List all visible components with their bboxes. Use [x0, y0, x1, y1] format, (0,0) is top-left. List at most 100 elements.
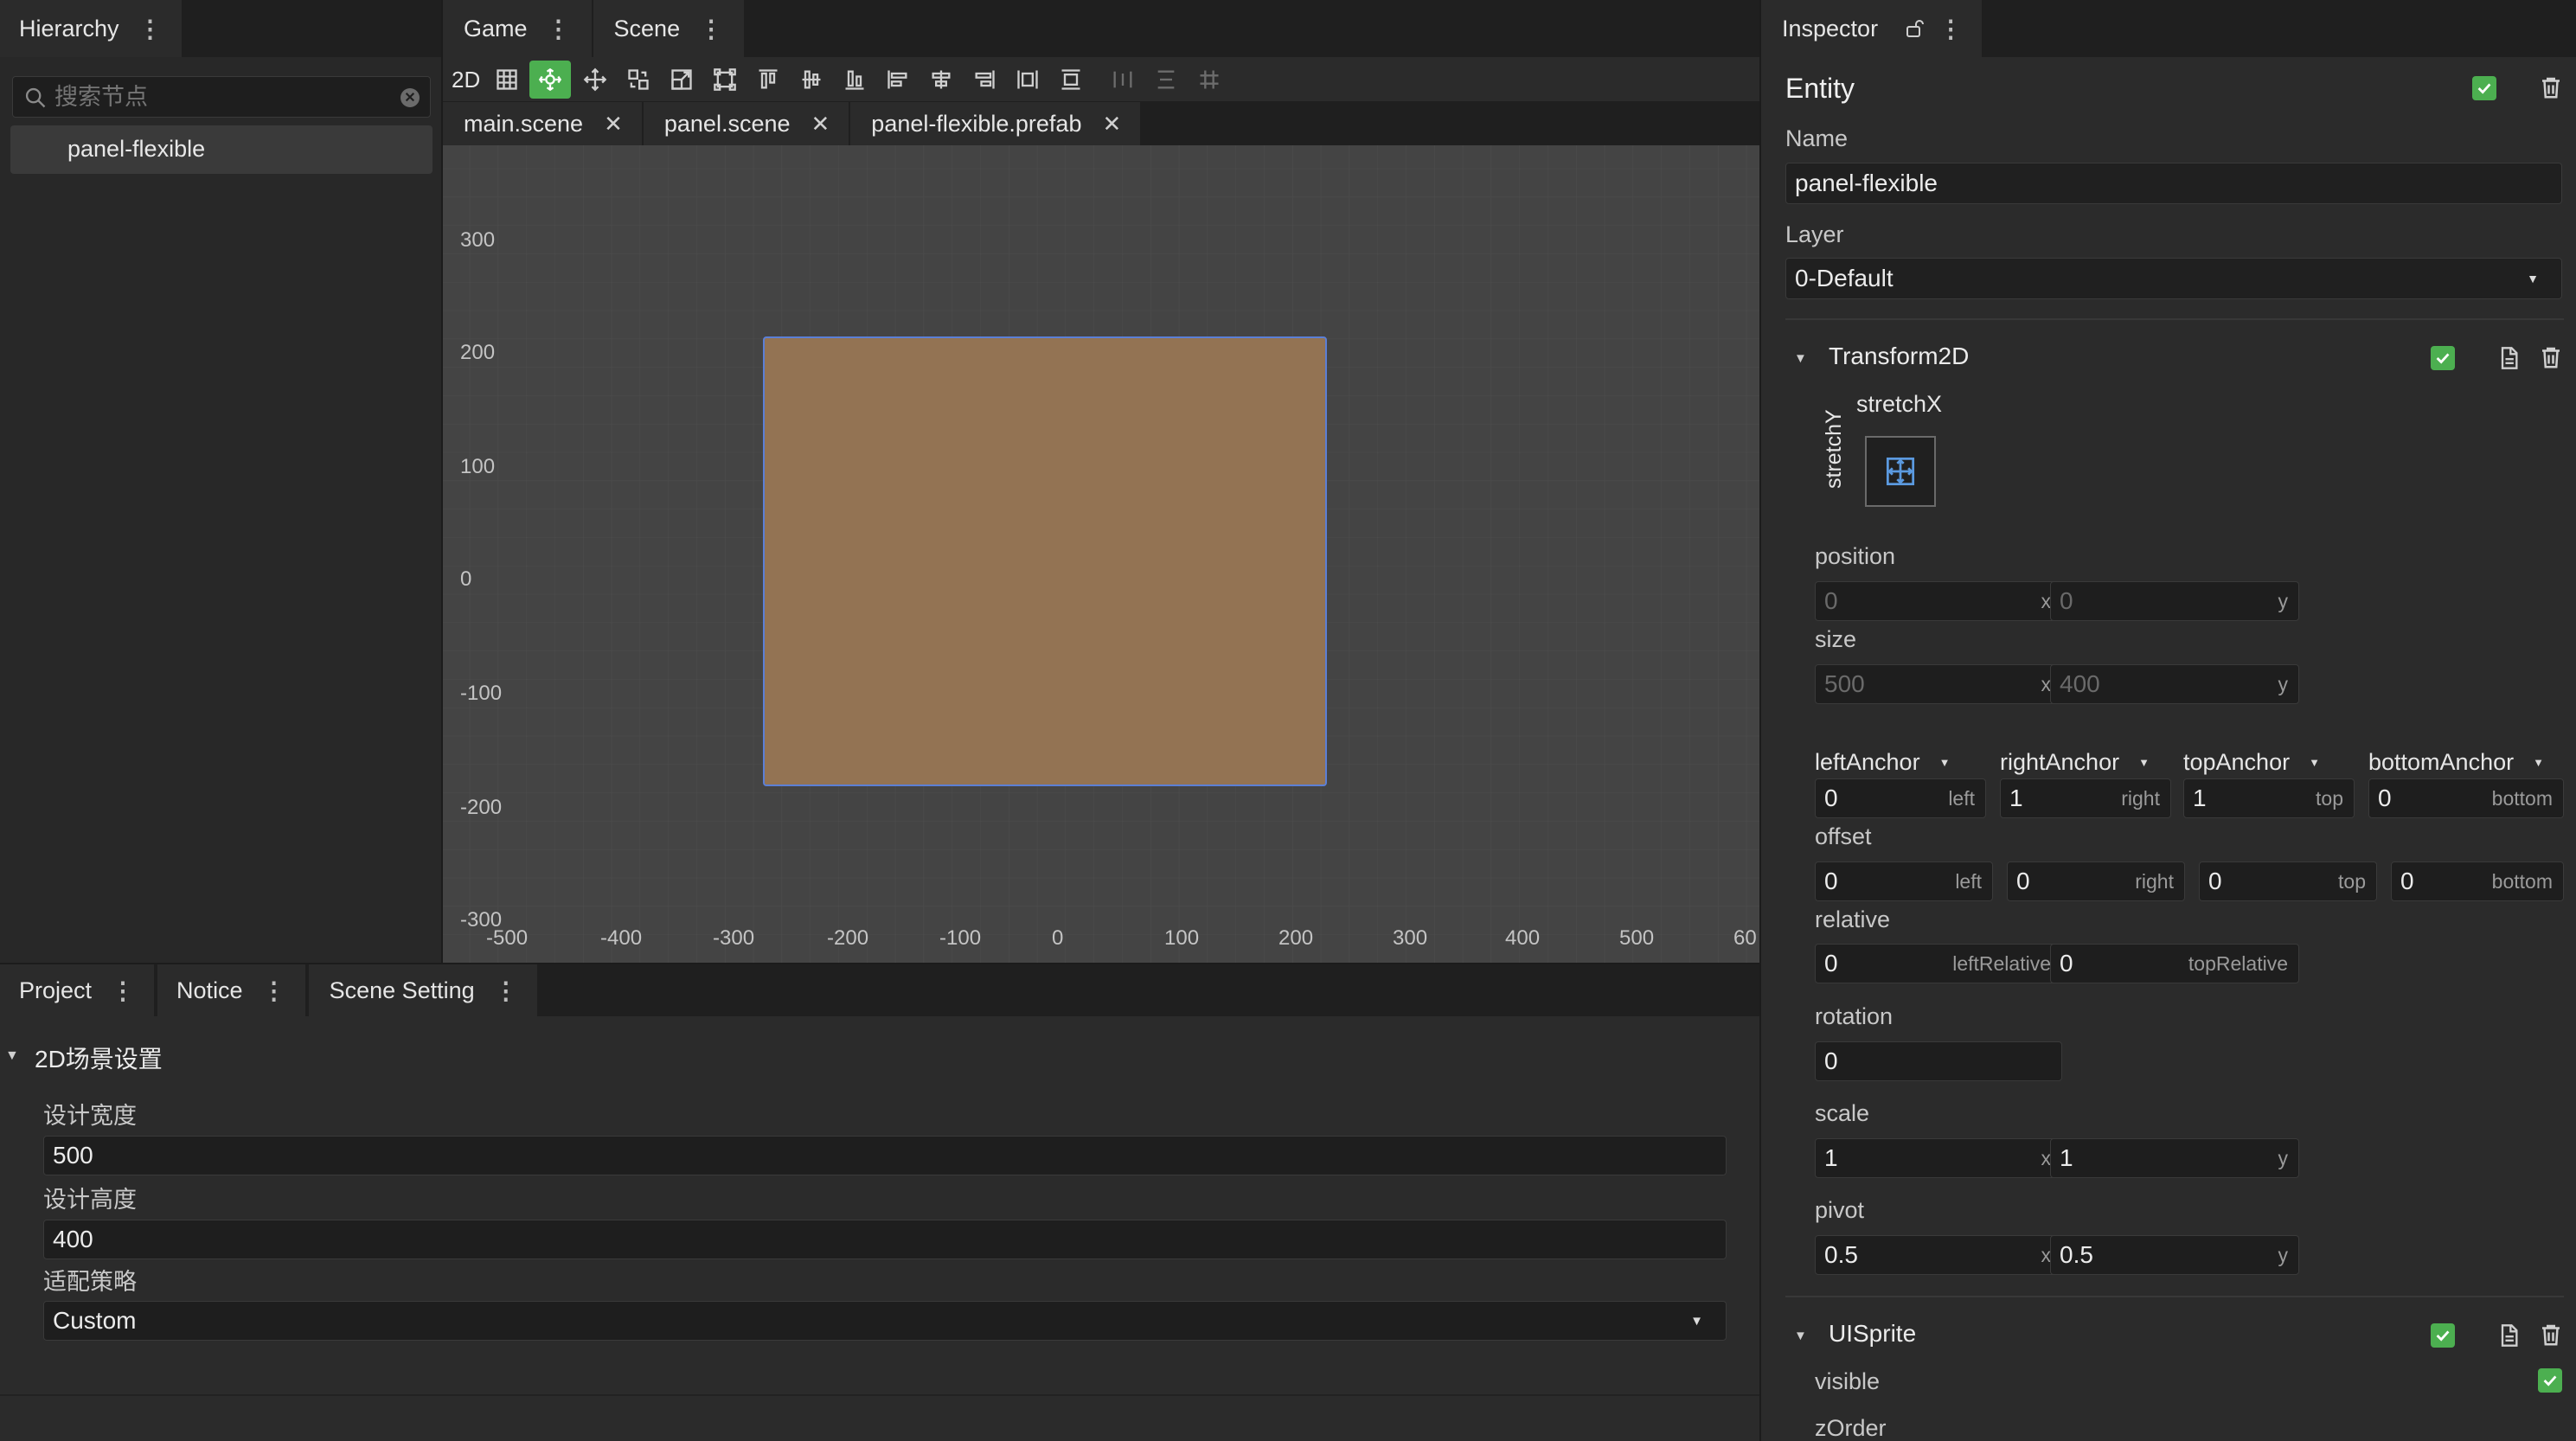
- bottom-anchor-input[interactable]: 0 bottom: [2368, 778, 2564, 818]
- separator[interactable]: [0, 963, 1759, 964]
- bottom-tabbar: Project ⋮ Notice ⋮ Scene Setting ⋮: [0, 964, 1759, 1016]
- uisprite-enabled-checkbox[interactable]: [2431, 1323, 2455, 1348]
- size-x-input[interactable]: 500 x: [1815, 664, 2062, 704]
- scene-viewport[interactable]: [443, 145, 1759, 964]
- inspector-menu-icon[interactable]: ⋮: [1938, 15, 1963, 43]
- close-icon[interactable]: ✕: [604, 111, 623, 138]
- name-value: panel-flexible: [1795, 170, 1938, 196]
- tab-notice-label: Notice: [176, 977, 243, 1003]
- offset-left-input[interactable]: 0 left: [1815, 861, 1993, 901]
- bottom-suffix: bottom: [2491, 869, 2553, 893]
- align-vcenter-icon[interactable]: [794, 62, 829, 97]
- close-icon[interactable]: ✕: [811, 111, 830, 138]
- offset-bottom-input[interactable]: 0 bottom: [2391, 861, 2564, 901]
- scale-y-input[interactable]: 1y: [2050, 1138, 2299, 1178]
- scale-x-input[interactable]: 1x: [1815, 1138, 2062, 1178]
- trash-icon[interactable]: [2538, 1322, 2564, 1348]
- collapse-arrow-icon[interactable]: ▼: [1794, 351, 1807, 366]
- tab-project[interactable]: Project ⋮: [0, 964, 155, 1016]
- transform-enabled-checkbox[interactable]: [2431, 346, 2455, 370]
- left-anchor-input[interactable]: 0 left: [1815, 778, 1986, 818]
- scale-x-value: 1: [1824, 1144, 1838, 1171]
- search-box[interactable]: ✕: [12, 76, 431, 118]
- project-menu-icon[interactable]: ⋮: [111, 977, 135, 1005]
- rect-tool-icon[interactable]: [708, 62, 742, 97]
- clear-search-icon[interactable]: ✕: [400, 88, 420, 107]
- close-icon[interactable]: ✕: [1102, 111, 1121, 138]
- design-height-value: 400: [53, 1226, 93, 1252]
- rotation-input[interactable]: 0: [1815, 1041, 2062, 1081]
- top-relative-input[interactable]: 0 topRelative: [2050, 944, 2299, 983]
- right-anchor-input[interactable]: 1 right: [2000, 778, 2171, 818]
- search-input[interactable]: [54, 80, 383, 113]
- grid-icon[interactable]: [490, 62, 524, 97]
- toggle-2d-button[interactable]: 2D: [452, 67, 480, 93]
- offset-top-input[interactable]: 0 top: [2199, 861, 2377, 901]
- hierarchy-item[interactable]: panel-flexible: [10, 125, 433, 174]
- distribute-v-icon[interactable]: [1054, 62, 1088, 97]
- collapse-arrow-icon[interactable]: ▼: [1794, 1329, 1807, 1343]
- tab-scene-setting[interactable]: Scene Setting ⋮: [308, 964, 537, 1016]
- bottom-anchor-label: bottomAnchor: [2368, 749, 2515, 775]
- size-y-input[interactable]: 400 y: [2050, 664, 2299, 704]
- tab-scene[interactable]: Scene ⋮: [593, 0, 745, 57]
- position-y-input[interactable]: 0y: [2050, 581, 2299, 621]
- top-anchor-input[interactable]: 1 top: [2183, 778, 2355, 818]
- rotate-tool-icon[interactable]: [621, 62, 656, 97]
- right-anchor-dropdown[interactable]: rightAnchor ▼: [2000, 749, 2150, 776]
- anchor-preset-button[interactable]: [1865, 436, 1936, 507]
- game-menu-icon[interactable]: ⋮: [547, 15, 571, 43]
- separator[interactable]: [441, 0, 443, 964]
- trash-icon[interactable]: [2538, 344, 2564, 370]
- scale-label: scale: [1815, 1100, 1870, 1126]
- lock-icon[interactable]: [1904, 18, 1925, 39]
- design-height-input[interactable]: 400: [43, 1220, 1727, 1259]
- align-bottom-icon[interactable]: [837, 62, 872, 97]
- document-icon[interactable]: [2496, 1323, 2521, 1348]
- tab-inspector[interactable]: Inspector ⋮: [1761, 0, 1983, 57]
- document-icon[interactable]: [2496, 346, 2521, 370]
- left-anchor-dropdown[interactable]: leftAnchor ▼: [1815, 749, 1950, 776]
- panel-flexible-sprite[interactable]: [763, 336, 1327, 786]
- scale-tool-icon[interactable]: [664, 62, 699, 97]
- visible-checkbox[interactable]: [2538, 1368, 2562, 1393]
- align-right-icon[interactable]: [967, 62, 1002, 97]
- distribute-h-icon[interactable]: [1010, 62, 1045, 97]
- x-axis-label: -200: [827, 926, 869, 950]
- file-tab-main-scene[interactable]: main.scene ✕: [443, 102, 644, 145]
- align-top-icon[interactable]: [751, 62, 785, 97]
- transform2d-title: Transform2D: [1829, 343, 1970, 369]
- file-tab-panel-scene[interactable]: panel.scene ✕: [643, 102, 851, 145]
- hierarchy-menu-icon[interactable]: ⋮: [138, 15, 163, 43]
- offset-right-input[interactable]: 0 right: [2007, 861, 2185, 901]
- move-tool-icon[interactable]: [529, 61, 571, 99]
- collapse-arrow-icon[interactable]: ▼: [5, 1048, 19, 1064]
- pivot-y-input[interactable]: 0.5 y: [2050, 1235, 2299, 1275]
- layer-select[interactable]: 0-Default ▼: [1785, 258, 2562, 299]
- top-anchor-dropdown[interactable]: topAnchor ▼: [2183, 749, 2320, 776]
- left-suffix: left: [1948, 786, 1975, 810]
- align-hcenter-icon[interactable]: [924, 62, 958, 97]
- layer-value: 0-Default: [1795, 265, 1894, 291]
- tab-notice[interactable]: Notice ⋮: [157, 964, 305, 1016]
- fit-strategy-select[interactable]: Custom ▼: [43, 1301, 1727, 1341]
- position-x-input[interactable]: 0x: [1815, 581, 2062, 621]
- bottom-anchor-dropdown[interactable]: bottomAnchor ▼: [2368, 749, 2544, 776]
- hierarchy-tabbar: Hierarchy ⋮: [0, 0, 441, 57]
- pan-tool-icon[interactable]: [578, 62, 612, 97]
- tab-game[interactable]: Game ⋮: [443, 0, 592, 57]
- separator[interactable]: [1759, 0, 1761, 1441]
- right-suffix: right: [2135, 869, 2174, 893]
- tab-hierarchy[interactable]: Hierarchy ⋮: [0, 0, 182, 57]
- scene-setting-menu-icon[interactable]: ⋮: [494, 977, 518, 1005]
- entity-enabled-checkbox[interactable]: [2472, 76, 2496, 100]
- notice-menu-icon[interactable]: ⋮: [262, 977, 286, 1005]
- left-relative-input[interactable]: 0 leftRelative: [1815, 944, 2062, 983]
- pivot-x-input[interactable]: 0.5 x: [1815, 1235, 2062, 1275]
- align-left-icon[interactable]: [881, 62, 915, 97]
- scene-menu-icon[interactable]: ⋮: [699, 15, 723, 43]
- trash-icon[interactable]: [2538, 74, 2564, 100]
- name-input[interactable]: panel-flexible: [1785, 163, 2562, 204]
- file-tab-panel-flexible-prefab[interactable]: panel-flexible.prefab ✕: [850, 102, 1141, 145]
- design-width-input[interactable]: 500: [43, 1136, 1727, 1175]
